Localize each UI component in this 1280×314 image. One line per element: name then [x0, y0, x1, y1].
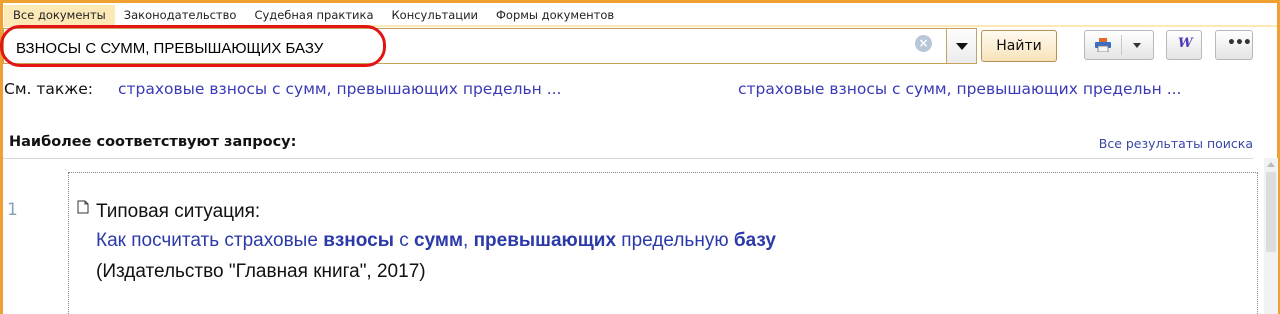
scrollbar[interactable] — [1264, 158, 1278, 314]
tab-strip — [3, 25, 1277, 27]
search-history-dropdown-button[interactable] — [946, 28, 977, 64]
document-icon — [77, 200, 89, 214]
word-icon: W — [1178, 36, 1193, 51]
result-title-part: Как посчитать страховые — [96, 230, 324, 251]
chevron-down-icon — [956, 43, 968, 50]
result-title-part: предельную — [616, 230, 734, 251]
see-also-link[interactable]: страховые взносы с сумм, превышающих пре… — [738, 80, 1181, 98]
all-results-link[interactable]: Все результаты поиска — [1099, 136, 1253, 151]
export-to-word-button[interactable]: W — [1166, 30, 1202, 60]
result-number: 1 — [7, 200, 18, 220]
result-source: (Издательство "Главная книга", 2017) — [96, 261, 426, 282]
tab-consultations[interactable]: Консультации — [383, 5, 488, 25]
more-options-button[interactable]: ••• — [1215, 30, 1253, 60]
tab-all-documents[interactable]: Все документы — [4, 5, 115, 25]
result-title-keyword: превышающих — [473, 230, 617, 251]
divider — [3, 158, 1253, 159]
ellipsis-icon: ••• — [1227, 35, 1252, 51]
result-title-keyword: сумм — [414, 230, 463, 251]
result-type: Типовая ситуация: — [96, 201, 261, 222]
category-tabs: Все документы Законодательство Судебная … — [4, 5, 623, 25]
see-also-link[interactable]: страховые взносы с сумм, превышающих пре… — [118, 80, 561, 98]
tab-court-practice[interactable]: Судебная практика — [245, 5, 382, 25]
result-title-part: с — [393, 230, 414, 251]
print-button[interactable] — [1084, 30, 1154, 60]
printer-icon — [1095, 38, 1111, 52]
results-heading: Наиболее соответствуют запросу: — [9, 134, 297, 150]
print-options-chevron-icon[interactable] — [1133, 43, 1141, 48]
find-button[interactable]: Найти — [981, 30, 1057, 62]
result-title-keyword: взносы — [323, 230, 394, 251]
tab-legislation[interactable]: Законодательство — [115, 5, 246, 25]
scroll-thumb[interactable] — [1266, 172, 1276, 252]
print-separator — [1121, 35, 1122, 55]
search-input[interactable] — [16, 38, 896, 58]
see-also-label: См. также: — [4, 80, 93, 98]
scroll-up-icon[interactable] — [1267, 162, 1275, 167]
result-title-part: , — [463, 230, 474, 251]
clear-search-icon[interactable]: × — [915, 35, 932, 52]
tab-document-forms[interactable]: Формы документов — [487, 5, 623, 25]
result-title-keyword: базу — [733, 230, 776, 251]
search-box — [3, 28, 946, 64]
result-title-link[interactable]: Как посчитать страховые взносы с сумм, п… — [96, 230, 776, 252]
